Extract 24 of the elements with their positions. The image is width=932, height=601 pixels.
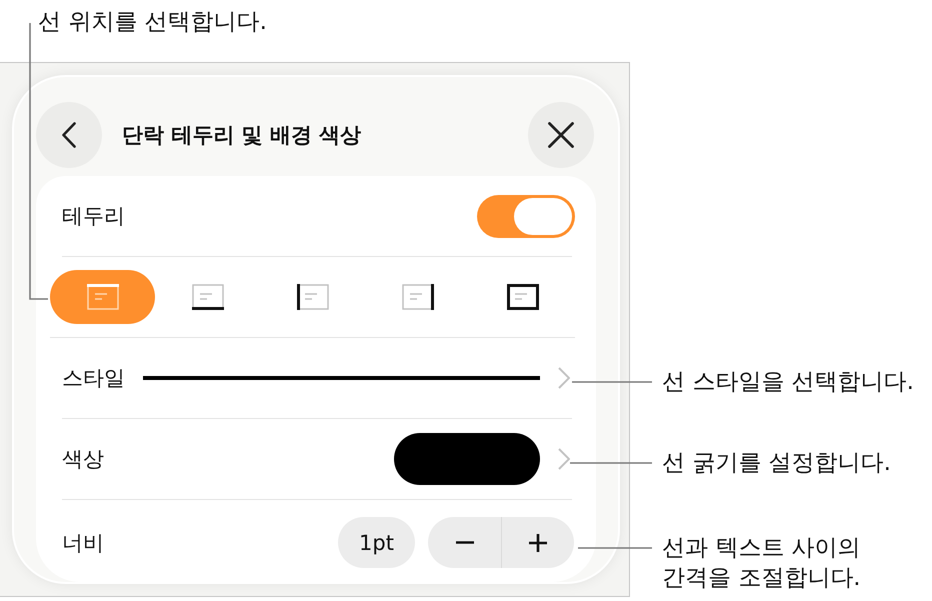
row-label: 스타일 — [62, 365, 125, 392]
chevron-right-icon — [558, 448, 570, 470]
panel-title: 단락 테두리 및 배경 색상 — [122, 122, 362, 149]
plus-icon — [529, 534, 547, 552]
row-label: 테두리 — [62, 203, 125, 230]
color-swatch[interactable] — [394, 433, 540, 485]
callout-text: 선 스타일을 선택합니다. — [662, 368, 914, 397]
close-icon — [548, 122, 574, 148]
chevron-left-icon — [62, 122, 76, 148]
border-right-icon — [402, 284, 434, 310]
border-toggle[interactable] — [477, 194, 575, 238]
callout-text: 선 위치를 선택합니다. — [38, 8, 267, 37]
border-left-icon — [296, 284, 328, 310]
minus-icon — [456, 541, 474, 544]
border-bottom-icon — [192, 284, 224, 310]
callout-text: 선 굵기를 설정합니다. — [662, 449, 891, 478]
callout-text: 선과 텍스트 사이의 간격을 조절합니다. — [662, 534, 861, 593]
border-top-icon — [86, 284, 118, 310]
chevron-right-icon — [558, 367, 570, 389]
border-box-icon — [506, 284, 538, 310]
increase-button[interactable] — [501, 517, 574, 568]
row-label: 너비 — [62, 530, 104, 556]
width-value-field[interactable]: 1pt — [338, 517, 415, 568]
row-label: 색상 — [62, 446, 104, 473]
